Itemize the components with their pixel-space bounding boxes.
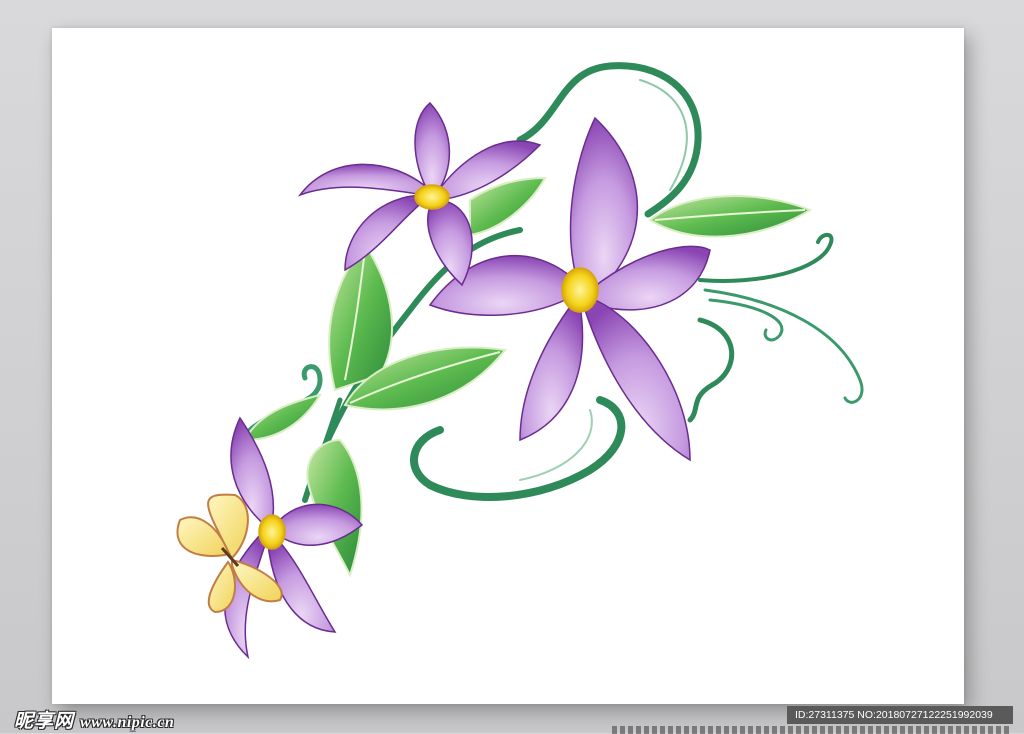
flower-center <box>561 267 599 313</box>
watermark-footer: 昵享网 www.nipic.cn ID:27311375 NO:201807271… <box>0 704 1024 734</box>
right-loop <box>687 317 735 423</box>
floral-illustration <box>176 62 864 660</box>
petal <box>297 163 432 197</box>
flower-center <box>414 184 450 210</box>
petal <box>519 298 584 442</box>
petal <box>569 116 639 291</box>
petal <box>344 194 426 272</box>
site-logo: 昵享网 www.nipic.cn <box>14 706 175 732</box>
leaf-left-small <box>243 393 323 442</box>
leaf-top-right <box>648 195 813 238</box>
right-curl <box>698 232 834 283</box>
site-url: www.nipic.cn <box>80 714 175 731</box>
petal <box>584 299 691 462</box>
butterfly-wing <box>207 560 236 614</box>
upper-tendril-thin <box>639 79 688 191</box>
site-logo-text: 昵享网 <box>14 710 75 732</box>
petal <box>427 199 473 287</box>
image-id-label: ID:27311375 NO:20180727122251992039 <box>787 706 1013 724</box>
petal <box>414 101 451 196</box>
flower-center <box>258 514 286 550</box>
